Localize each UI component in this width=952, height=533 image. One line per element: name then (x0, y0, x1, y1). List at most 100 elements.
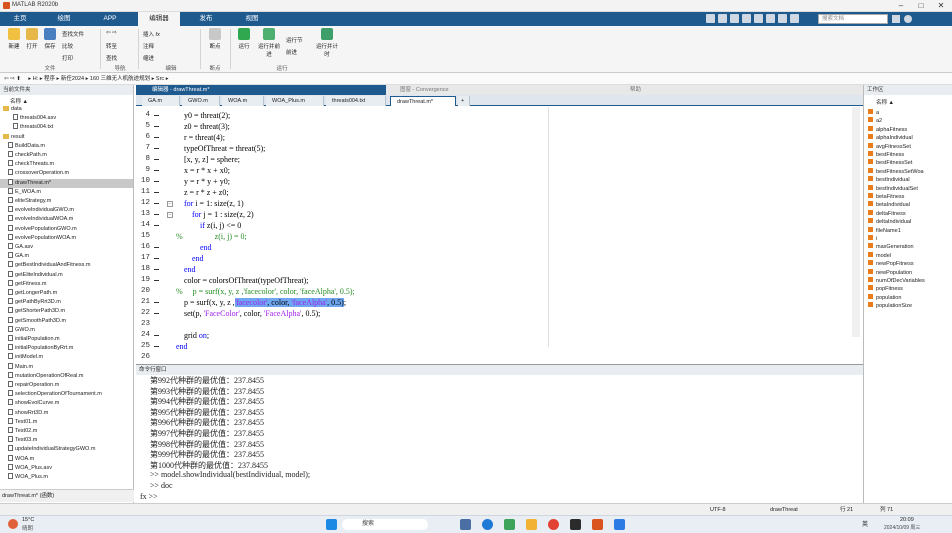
breakpoint-dash[interactable] (154, 313, 159, 314)
maximize-button[interactable]: □ (914, 1, 928, 11)
file-item[interactable]: getFitness.m (0, 279, 133, 289)
print-button[interactable]: 打印 (62, 54, 73, 62)
fold-toggle[interactable]: − (167, 201, 173, 207)
workspace-name-header[interactable]: 名称 ▲ (876, 98, 894, 106)
file-item[interactable]: checkThreats.m (0, 160, 133, 169)
workspace-variable[interactable]: popFitness (868, 285, 903, 293)
command-prompt[interactable]: fx >> (140, 492, 158, 501)
breakpoint-dash[interactable] (154, 269, 159, 270)
breakpoint-dash[interactable] (154, 335, 159, 336)
file-item[interactable]: BuildData.m (0, 141, 133, 151)
code-line[interactable]: end (176, 243, 212, 252)
file-item[interactable]: evolveIndividualGWO.m (0, 206, 133, 215)
tab-threats004-txt[interactable]: threats004.txt (326, 96, 386, 106)
cut-icon[interactable] (718, 14, 727, 23)
workspace-variable[interactable]: deltaIndividual (868, 218, 911, 226)
workspace-variable[interactable]: newPopulation (868, 268, 912, 277)
app-icon-2[interactable] (570, 519, 581, 530)
name-column-header[interactable]: 名称 ▲ (10, 97, 28, 105)
file-item[interactable]: updateIndividualStrategyGWO.m (0, 445, 133, 454)
run-button[interactable]: 运行 (232, 28, 256, 50)
back-forward-buttons[interactable]: ⇦ ⇨ (106, 30, 117, 36)
file-item[interactable]: initModel.m (0, 353, 133, 362)
save-button[interactable]: 保存 (38, 28, 62, 50)
close-button[interactable]: ✕ (934, 1, 948, 11)
workspace-variable[interactable]: newPopFitness (868, 260, 914, 268)
file-item[interactable]: initialPopulation.m (0, 335, 133, 344)
breakpoint-dash[interactable] (154, 159, 159, 160)
file-item[interactable]: mutationOperationOfReal.m (0, 371, 133, 381)
goto-button[interactable]: 转至 (106, 42, 117, 50)
copy-icon[interactable] (730, 14, 739, 23)
switch-windows-icon[interactable] (778, 14, 787, 23)
workspace-variable[interactable]: model (868, 251, 891, 260)
code-line[interactable]: grid on; (176, 331, 209, 340)
workspace-variable[interactable]: deltaFitness (868, 209, 906, 218)
file-item[interactable]: GA.asv (0, 243, 133, 252)
breakpoints-button[interactable]: 断点 (203, 28, 227, 50)
address-bar[interactable]: ⇦ ⇨ ⬆ ▸ H: ▸ 程序 ▸ 新任2024 ▸ 160 三维无人机航迹规划… (0, 73, 952, 85)
file-item[interactable]: WOA.m (0, 454, 133, 464)
file-item[interactable]: WOA_Plus.m (0, 473, 133, 482)
tab-woa-plus-m[interactable]: WOA_Plus.m (266, 96, 324, 106)
minimize-button[interactable]: – (894, 1, 908, 11)
code-line[interactable]: set(p, 'FaceColor', color, 'FaceAlpha', … (176, 309, 320, 318)
file-item[interactable]: Main.m (0, 362, 133, 372)
workspace-variable[interactable]: bestFitnessSet (868, 159, 912, 167)
workspace-variable[interactable]: betaFitness (868, 193, 904, 201)
tab-editor[interactable]: 编辑器 (138, 12, 180, 26)
folder-item[interactable]: result (0, 133, 133, 142)
workspace-variable[interactable]: fileName1 (868, 226, 901, 235)
file-item[interactable]: showEvolCurve.m (0, 399, 133, 408)
nav-arrows-icon[interactable]: ⇦ ⇨ ⬆ (4, 76, 21, 82)
breakpoint-dash[interactable] (154, 115, 159, 116)
file-item[interactable]: evolveIndividualWOA.m (0, 215, 133, 224)
breakpoint-dash[interactable] (154, 346, 159, 347)
file-item[interactable]: checkPath.m (0, 151, 133, 160)
file-item[interactable]: evolvePopulationWOA.m (0, 233, 133, 243)
file-item[interactable]: threats004.asv (0, 114, 133, 123)
file-item[interactable]: eliteStrategy.m (0, 197, 133, 206)
breakpoint-dash[interactable] (154, 225, 159, 226)
tab-home[interactable]: 主页 (0, 12, 40, 26)
tab-publish[interactable]: 发布 (186, 12, 226, 26)
workspace-variable[interactable]: alphaIndividual (868, 134, 913, 142)
app-icon[interactable] (504, 519, 515, 530)
code-line[interactable]: end (176, 254, 204, 263)
start-icon[interactable] (326, 519, 337, 530)
breakpoint-dash[interactable] (154, 258, 159, 259)
file-item[interactable]: initialPopulationByRrt.m (0, 344, 133, 353)
notification-icon[interactable] (892, 15, 900, 23)
find-button[interactable]: 查找 (106, 54, 117, 62)
undo-icon[interactable] (754, 14, 763, 23)
breakpoint-dash[interactable] (154, 192, 159, 193)
tab-plots[interactable]: 绘图 (44, 12, 84, 26)
file-item[interactable]: Test03.m (0, 436, 133, 445)
workspace-variable[interactable]: betaIndividual (868, 201, 910, 209)
run-time-button[interactable]: 运行并计时 (314, 28, 340, 58)
code-line[interactable]: y0 = threat(2); (176, 111, 230, 120)
breakpoint-dash[interactable] (154, 126, 159, 127)
workspace-variable[interactable]: maxGeneration (868, 243, 914, 251)
workspace-variable[interactable]: bestFitness (868, 151, 904, 159)
tab-woa-m[interactable]: WOA.m (222, 96, 264, 106)
workspace-variable[interactable]: populationSize (868, 302, 912, 310)
code-line[interactable]: color = colorsOfThreat(typeOfThreat); (176, 276, 308, 285)
taskbar-search[interactable]: 搜索 (342, 519, 428, 530)
file-item[interactable]: Test02.m (0, 427, 133, 436)
tab-apps[interactable]: APP (90, 12, 130, 26)
file-item[interactable]: repairOperation.m (0, 381, 133, 390)
folder-item[interactable]: data (0, 105, 133, 114)
help-tab[interactable]: 帮助 (616, 85, 863, 95)
file-item[interactable]: getBestIndividualAndFitness.m (0, 261, 133, 270)
save-icon[interactable] (706, 14, 715, 23)
file-item[interactable]: GWO.m (0, 325, 133, 335)
find-files-button[interactable]: 查找文件 (62, 30, 84, 38)
workspace-variable[interactable]: i (868, 235, 877, 243)
run-section-button[interactable]: 运行节 (286, 36, 303, 44)
task-view-icon[interactable] (460, 519, 471, 530)
command-window[interactable]: 命令行窗口 第992代种群的最优值：237.8455 第993代种群的最优值：23… (136, 364, 863, 503)
code-line[interactable]: [x, y, z] = sphere; (176, 155, 240, 164)
breakpoint-dash[interactable] (154, 148, 159, 149)
workspace-variable[interactable]: population (868, 293, 901, 302)
